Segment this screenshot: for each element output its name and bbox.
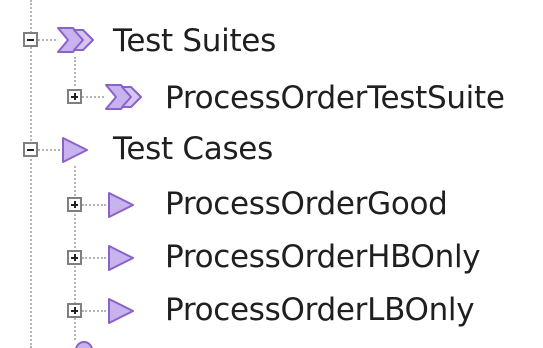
double-chevron-icon [57,27,94,53]
tree-guide-line [82,310,106,312]
tree-guide-line [30,0,32,348]
double-chevron-icon [105,84,142,110]
tree-guide-line [82,204,106,206]
partial-node-icon [74,340,94,348]
tree-guide-line [82,96,104,98]
tree-node-label[interactable]: ProcessOrderGood [165,186,448,222]
triangle-play-icon [108,298,134,324]
tree-guide-line [38,149,60,151]
triangle-play-icon [108,245,134,271]
tree-guide-line [38,39,56,41]
tree-node-label[interactable]: ProcessOrderTestSuite [165,80,505,116]
tree-node-label[interactable]: ProcessOrderHBOnly [165,239,481,275]
test-tree: Test Suites ProcessOrderTestSuite Test C… [0,0,543,348]
tree-node-label[interactable]: Test Cases [113,131,273,167]
tree-node-label[interactable]: Test Suites [113,23,276,59]
triangle-play-icon [62,137,88,163]
collapse-toggle[interactable] [23,142,38,157]
expand-toggle[interactable] [67,89,82,104]
tree-guide-line [74,57,76,86]
triangle-play-icon [108,192,134,218]
tree-node-label[interactable]: ProcessOrderLBOnly [165,292,475,328]
expand-toggle[interactable] [67,197,82,212]
collapse-toggle[interactable] [23,32,38,47]
tree-guide-line [82,257,106,259]
expand-toggle[interactable] [67,303,82,318]
expand-toggle[interactable] [67,250,82,265]
